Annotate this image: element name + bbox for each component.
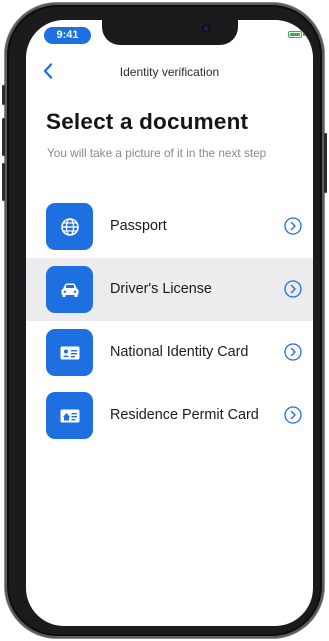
chevron-right-circle-icon bbox=[284, 343, 302, 361]
document-label: Residence Permit Card bbox=[110, 407, 259, 423]
power-button bbox=[324, 133, 327, 193]
chevron-right-circle-icon bbox=[284, 280, 302, 298]
nav-title: Identity verification bbox=[119, 65, 220, 79]
battery-icon bbox=[288, 31, 302, 38]
battery-tip bbox=[303, 33, 305, 36]
volume-up-button bbox=[2, 118, 5, 156]
document-option-drivers-license[interactable]: Driver's License bbox=[26, 258, 313, 321]
document-label: Driver's License bbox=[110, 281, 212, 297]
page-title: Select a document bbox=[46, 109, 249, 134]
status-time: 9:41 bbox=[44, 27, 91, 44]
back-button[interactable] bbox=[37, 60, 59, 82]
document-label: Passport bbox=[110, 218, 167, 234]
document-label: National Identity Card bbox=[110, 344, 249, 360]
chevron-right-circle-icon bbox=[284, 217, 302, 235]
volume-down-button bbox=[2, 163, 5, 201]
car-icon bbox=[46, 266, 93, 313]
document-option-residence-permit[interactable]: Residence Permit Card bbox=[26, 384, 313, 447]
chevron-right-circle-icon bbox=[284, 406, 302, 424]
document-list: Passport Driver's License National Ident… bbox=[26, 195, 313, 447]
residence-card-icon bbox=[46, 392, 93, 439]
id-card-icon bbox=[46, 329, 93, 376]
mute-switch bbox=[2, 85, 5, 105]
document-option-passport[interactable]: Passport bbox=[26, 195, 313, 258]
page-subtitle: You will take a picture of it in the nex… bbox=[47, 146, 267, 160]
globe-icon bbox=[46, 203, 93, 250]
notch bbox=[102, 20, 238, 45]
document-option-national-id[interactable]: National Identity Card bbox=[26, 321, 313, 384]
front-camera bbox=[202, 24, 211, 33]
screen: 9:41 Identity verification Select a docu… bbox=[26, 20, 313, 626]
chevron-left-icon bbox=[43, 63, 53, 79]
phone-frame: 9:41 Identity verification Select a docu… bbox=[2, 3, 327, 638]
